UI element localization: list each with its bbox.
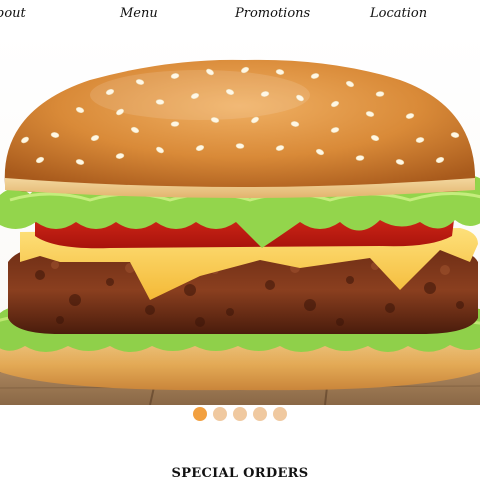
nav-link-menu[interactable]: Menu xyxy=(120,6,158,21)
special-orders-heading: SPECIAL ORDERS xyxy=(171,465,309,481)
burger-image xyxy=(0,59,480,405)
nav-link-location[interactable]: Location xyxy=(370,6,427,21)
main-nav: bout Menu Promotions Location xyxy=(0,0,480,30)
carousel-dot-4[interactable] xyxy=(253,407,267,421)
nav-link-promotions[interactable]: Promotions xyxy=(235,6,310,21)
nav-link-about[interactable]: bout xyxy=(0,6,26,21)
hero-slide xyxy=(0,30,480,405)
carousel-dot-5[interactable] xyxy=(273,407,287,421)
carousel-dot-3[interactable] xyxy=(233,407,247,421)
carousel-dot-2[interactable] xyxy=(213,407,227,421)
carousel-dot-1[interactable] xyxy=(193,407,207,421)
carousel-indicators xyxy=(0,407,480,423)
